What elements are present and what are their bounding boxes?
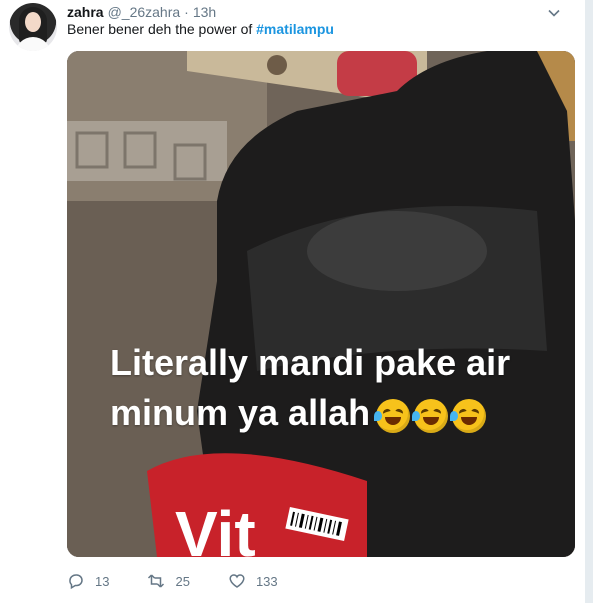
bottle-brand-text: Vit <box>175 498 256 557</box>
user-handle[interactable]: @_26zahra <box>108 4 181 20</box>
rofl-emoji-icon <box>374 399 411 434</box>
tweet-actions: 13 25 133 <box>67 571 316 591</box>
tweet-media-photo[interactable]: Vit Literally mandi pake air minum ya al… <box>67 51 575 557</box>
chevron-down-icon[interactable] <box>547 6 561 20</box>
scrollbar-track[interactable] <box>585 0 593 603</box>
retweet-count: 25 <box>175 573 190 589</box>
emoji-group <box>374 390 490 440</box>
caption-line-2: minum ya allah <box>110 392 371 433</box>
mat-spot <box>267 55 287 75</box>
retweet-button[interactable]: 25 <box>147 572 190 590</box>
chevron-down-icon-svg <box>548 9 560 17</box>
avatar-face <box>25 12 41 32</box>
tweet-text: Bener bener deh the power of #matilampu <box>67 21 334 37</box>
avatar[interactable] <box>9 3 57 51</box>
retweet-icon <box>148 574 165 588</box>
decorative-tile-border <box>67 121 227 181</box>
rofl-emoji-icon <box>450 399 487 434</box>
photo-caption: Literally mandi pake air minum ya allah <box>110 338 570 440</box>
rofl-emoji-icon <box>412 399 449 434</box>
heart-icon <box>229 574 245 588</box>
header-separator: · <box>184 4 189 20</box>
hashtag-link[interactable]: #matilampu <box>256 21 334 37</box>
reply-button[interactable]: 13 <box>67 572 109 590</box>
tweet-header: zahra @_26zahra · 13h <box>67 3 216 21</box>
tweet-card[interactable]: zahra @_26zahra · 13h Bener bener deh th… <box>0 0 585 603</box>
bottle-glare <box>307 211 487 291</box>
reply-count: 13 <box>95 573 110 589</box>
tweet-text-body: Bener bener deh the power of <box>67 21 257 37</box>
caption-line-2-row: minum ya allah <box>110 388 570 440</box>
caption-line-1: Literally mandi pake air <box>110 342 511 383</box>
user-name[interactable]: zahra <box>67 4 104 20</box>
tweet-timestamp[interactable]: 13h <box>193 4 216 20</box>
like-count: 133 <box>255 573 278 589</box>
like-button[interactable]: 133 <box>228 572 278 590</box>
photo-illustration: Vit <box>67 51 575 557</box>
reply-icon <box>69 574 83 590</box>
